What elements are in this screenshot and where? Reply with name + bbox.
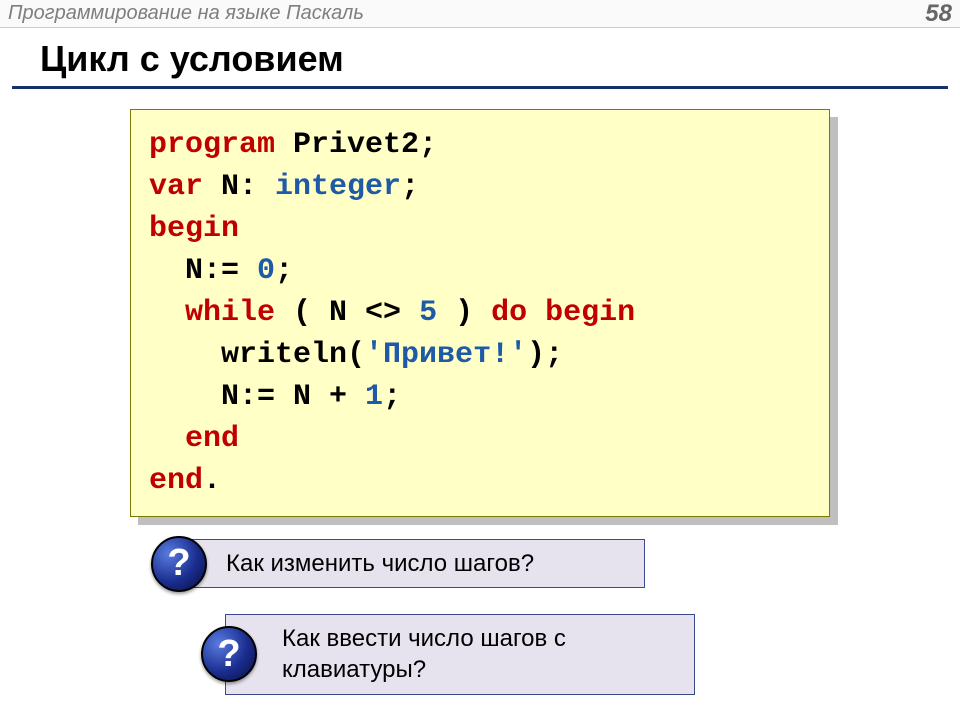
questions-area: ? Как изменить число шагов? ? Как ввести… (0, 539, 960, 695)
num-literal: 1 (365, 380, 383, 414)
code-text: N:= N + (149, 380, 365, 414)
kw-var: var (149, 170, 203, 204)
slide-header: Программирование на языке Паскаль 58 (0, 0, 960, 28)
code-text: ; (401, 170, 419, 204)
code-text: writeln( (149, 338, 365, 372)
code-text: . (203, 464, 221, 498)
question-1: ? Как изменить число шагов? (175, 539, 960, 588)
code-text: ; (383, 380, 401, 414)
kw-begin: begin (149, 212, 239, 246)
kw-while: while (149, 296, 275, 330)
question-1-text: Как изменить число шагов? (175, 539, 645, 588)
question-2-label: Как ввести число шагов с клавиатуры? (282, 623, 678, 685)
kw-program: program (149, 128, 275, 162)
question-1-label: Как изменить число шагов? (226, 548, 534, 579)
num-literal: 0 (257, 254, 275, 288)
title-underline (12, 86, 948, 89)
code-text: Privet2; (275, 128, 437, 162)
page-number: 58 (925, 0, 952, 28)
kw-do-begin: do begin (491, 296, 635, 330)
code-text: ) (437, 296, 491, 330)
kw-end: end (149, 422, 239, 456)
code-text: N:= (149, 254, 257, 288)
question-2: ? Как ввести число шагов с клавиатуры? (225, 614, 960, 694)
slide-title: Цикл с условием (40, 38, 960, 80)
code-text: ); (527, 338, 563, 372)
course-title: Программирование на языке Паскаль (8, 2, 364, 25)
question-2-text: Как ввести число шагов с клавиатуры? (225, 614, 695, 694)
code-box: program Privet2; var N: integer; begin N… (130, 109, 830, 517)
kw-end: end (149, 464, 203, 498)
code-text: ; (275, 254, 293, 288)
question-mark-icon: ? (201, 626, 257, 682)
string-literal: 'Привет!' (365, 338, 527, 372)
question-mark-icon: ? (151, 536, 207, 592)
type-integer: integer (275, 170, 401, 204)
code-block: program Privet2; var N: integer; begin N… (130, 109, 830, 517)
num-literal: 5 (419, 296, 437, 330)
code-text: ( N <> (275, 296, 419, 330)
code-text: N: (203, 170, 275, 204)
